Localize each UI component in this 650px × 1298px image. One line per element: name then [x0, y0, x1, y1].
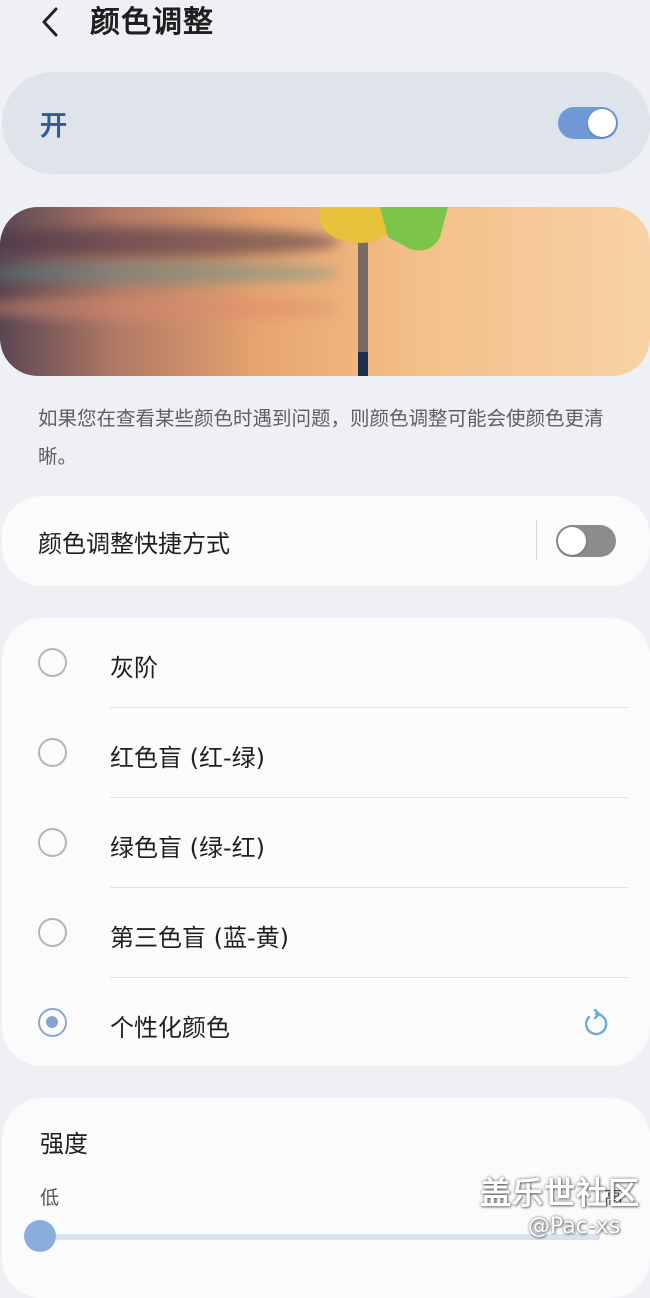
- pinwheel-graphic: [320, 207, 448, 376]
- intensity-slider-track[interactable]: [40, 1234, 600, 1240]
- master-switch-row[interactable]: 开: [2, 72, 650, 174]
- low-label: 低: [40, 1187, 60, 1209]
- option-personalized[interactable]: 个性化颜色: [2, 978, 650, 1068]
- radio-button-selected[interactable]: [38, 1008, 67, 1037]
- intensity-label: 强度: [40, 1130, 88, 1158]
- option-deuteranomaly[interactable]: 绿色盲 (绿-红): [2, 798, 650, 888]
- option-label: 灰阶: [110, 654, 158, 682]
- toggle-knob: [558, 527, 586, 555]
- page-title: 颜色调整: [90, 5, 214, 40]
- radio-button[interactable]: [38, 738, 67, 767]
- divider: [536, 520, 537, 560]
- reset-button[interactable]: [580, 1008, 612, 1040]
- option-label: 第三色盲 (蓝-黄): [110, 924, 290, 952]
- option-grayscale[interactable]: 灰阶: [2, 618, 650, 708]
- preview-image: [0, 207, 650, 376]
- shortcut-label: 颜色调整快捷方式: [38, 530, 230, 558]
- master-toggle[interactable]: [558, 107, 618, 139]
- description-text: 如果您在查看某些颜色时遇到问题，则颜色调整可能会使颜色更清晰。: [38, 407, 604, 468]
- radio-button[interactable]: [38, 918, 67, 947]
- color-mode-list: 灰阶 红色盲 (红-绿) 绿色盲 (绿-红) 第三色盲 (蓝-黄) 个性化颜色: [2, 618, 650, 1066]
- shortcut-toggle[interactable]: [556, 525, 616, 557]
- option-tritanomaly[interactable]: 第三色盲 (蓝-黄): [2, 888, 650, 978]
- option-label: 红色盲 (红-绿): [110, 744, 266, 772]
- refresh-icon: [584, 1008, 608, 1036]
- radio-button[interactable]: [38, 648, 67, 677]
- toggle-knob: [588, 109, 616, 137]
- option-label: 绿色盲 (绿-红): [110, 834, 266, 862]
- shortcut-row[interactable]: 颜色调整快捷方式: [2, 496, 650, 586]
- chevron-left-icon: [42, 7, 58, 37]
- intensity-slider-thumb[interactable]: [24, 1220, 56, 1252]
- option-protanomaly[interactable]: 红色盲 (红-绿): [2, 708, 650, 798]
- master-switch-label: 开: [40, 111, 67, 142]
- watermark-community: 盖乐世社区: [480, 1176, 640, 1212]
- back-button[interactable]: [36, 4, 64, 40]
- option-label: 个性化颜色: [110, 1014, 230, 1042]
- watermark-user: @Pac-xs: [528, 1214, 621, 1239]
- radio-button[interactable]: [38, 828, 67, 857]
- top-bar: 颜色调整: [0, 0, 650, 48]
